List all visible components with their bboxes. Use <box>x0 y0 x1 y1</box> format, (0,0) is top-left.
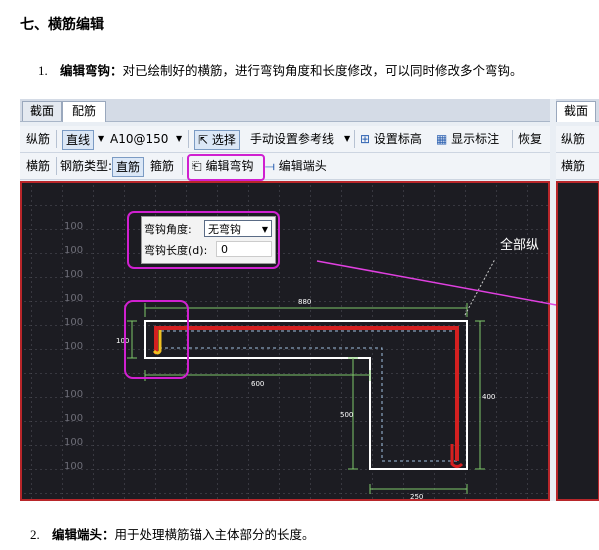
grid-label: 100 <box>64 389 83 400</box>
grid-label: 100 <box>64 293 83 304</box>
grid-label: 100 <box>64 245 83 256</box>
horizontal-rebar-button-2[interactable]: 横筋 <box>561 157 585 174</box>
item-edit-hook: 1. 编辑弯钩：对已绘制好的横筋，进行弯钩角度和长度修改，可以同时修改多个弯钩。 <box>38 60 523 79</box>
software-screenshot: 截面 配筋 纵筋 直线 ▼ A10@150 ▼ ⇱ 选择 手动设置参考线 ▼ ⊞… <box>20 99 599 501</box>
dimension-top: 880 <box>298 298 311 306</box>
second-screenshot: 截面 纵筋 横筋 <box>556 99 599 501</box>
dimension-vertical-right: 400 <box>482 393 495 401</box>
grid-pattern <box>22 183 548 499</box>
edit-hook-highlight <box>187 154 265 181</box>
grid-label: 100 <box>64 437 83 448</box>
item-text: 用于处理横筋锚入主体部分的长度。 <box>114 527 315 542</box>
dimension-vertical-mid: 500 <box>340 411 353 419</box>
dimension-middle: 600 <box>251 380 264 388</box>
grid-label: 100 <box>64 317 83 328</box>
tab-section-2[interactable]: 截面 <box>556 101 596 122</box>
grid-label: 100 <box>64 413 83 424</box>
hook-angle-select[interactable]: 无弯钩 ▼ <box>204 220 272 237</box>
dimension-bottom: 250 <box>410 493 423 501</box>
grid-label: 100 <box>64 461 83 472</box>
item-text: 对已绘制好的横筋，进行弯钩角度和长度修改，可以同时修改多个弯钩。 <box>122 63 523 78</box>
hook-angle-value: 无弯钩 <box>208 223 241 236</box>
canvas-overlay: 100 100 100 100 100 100 100 100 100 100 <box>22 154 599 501</box>
vertical-rebar-button-2[interactable]: 纵筋 <box>561 130 585 147</box>
chevron-down-icon: ▼ <box>261 225 268 234</box>
hook-length-input[interactable]: 0 <box>216 241 272 257</box>
item-term: 编辑端头： <box>52 527 115 542</box>
hook-angle-label: 弯钩角度: <box>144 223 192 236</box>
hook-edit-dialog: 弯钩角度: 无弯钩 ▼ 弯钩长度(d): 0 <box>141 216 276 264</box>
dimension-left: 100 <box>116 337 129 345</box>
section-heading: 七、横筋编辑 <box>20 17 104 33</box>
drawing-canvas-2[interactable] <box>556 181 599 501</box>
item-term: 编辑弯钩： <box>60 63 123 78</box>
callout-text: 全部纵 <box>500 237 539 253</box>
grid-label: 100 <box>64 221 83 232</box>
item-number: 2. <box>30 527 40 542</box>
item-edit-end: 2. 编辑端头：用于处理横筋锚入主体部分的长度。 <box>30 524 315 543</box>
grid-label: 100 <box>64 269 83 280</box>
grid-label: 100 <box>64 341 83 352</box>
item-number: 1. <box>38 63 48 78</box>
hook-length-label: 弯钩长度(d): <box>144 244 208 257</box>
